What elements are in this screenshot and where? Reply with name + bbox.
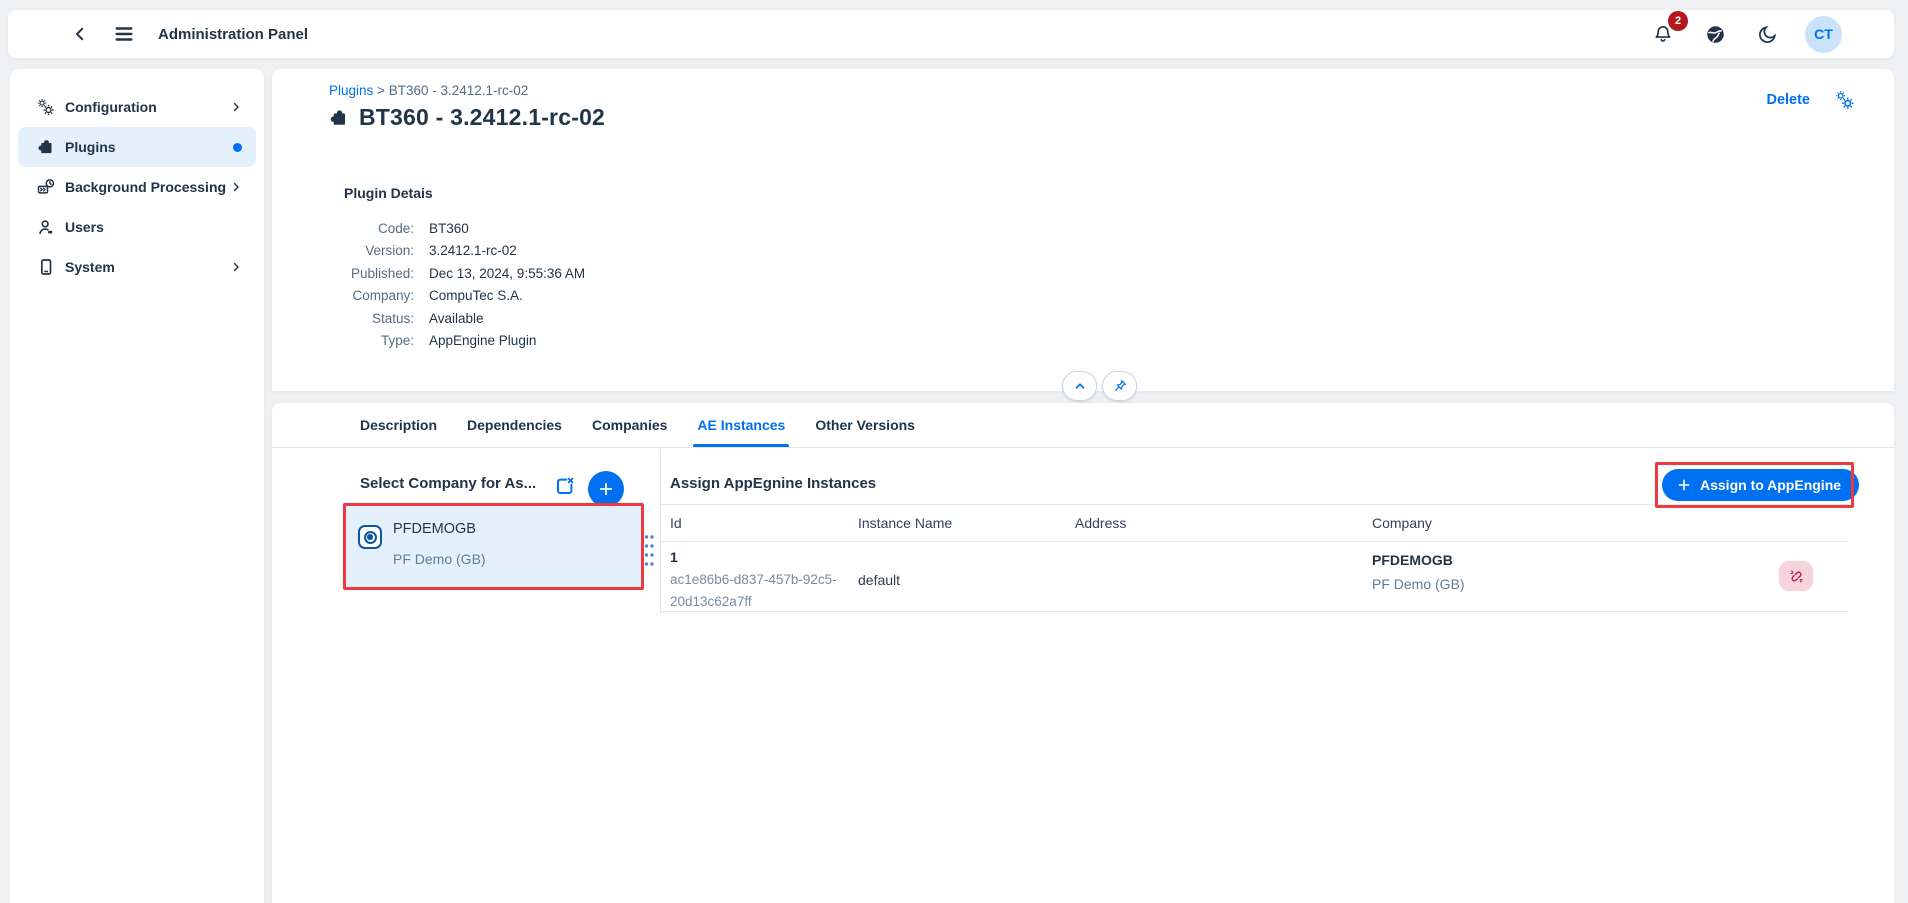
table-row-border (661, 611, 1848, 612)
pin-header-button[interactable] (1102, 371, 1137, 401)
column-header-company: Company (1372, 515, 1432, 531)
pin-icon (1112, 378, 1128, 394)
deselect-icon[interactable] (553, 474, 577, 498)
cell-uuid: ac1e86b6-d837-457b-92c5-20d13c62a7ff (670, 569, 868, 613)
active-dot-badge (233, 143, 242, 152)
administration-panel-screen: Administration Panel 2 CT (0, 0, 1908, 903)
tab-description[interactable]: Description (360, 403, 437, 447)
dark-mode-button[interactable] (1753, 20, 1781, 48)
avatar[interactable]: CT (1805, 16, 1842, 53)
sidebar-item-background-processing[interactable]: Background Processing (18, 167, 256, 207)
tab-bar: Description Dependencies Companies AE In… (272, 403, 1894, 448)
sidebar-item-label: Plugins (65, 139, 116, 155)
assign-instances-heading: Assign AppEgnine Instances (670, 475, 876, 492)
notification-badge: 2 (1668, 11, 1688, 31)
tab-dependencies[interactable]: Dependencies (467, 403, 562, 447)
background-process-icon (36, 177, 56, 197)
detail-row-type: Type: AppEngine Plugin (344, 330, 585, 352)
notifications-button[interactable]: 2 (1649, 20, 1677, 48)
menu-icon (113, 23, 135, 45)
unlink-icon (1788, 568, 1805, 585)
app-title: Administration Panel (158, 26, 308, 43)
column-header-id: Id (670, 515, 682, 531)
cell-company-code: PFDEMOGB (1372, 552, 1453, 568)
cell-company-name: PF Demo (GB) (1372, 576, 1465, 592)
gears-icon (36, 97, 56, 117)
plugin-tabs-card: Description Dependencies Companies AE In… (272, 403, 1894, 903)
collapse-header-button[interactable] (1062, 371, 1097, 401)
device-icon (36, 257, 56, 277)
cell-id: 1 (670, 549, 678, 565)
cell-instance-name: default (858, 572, 900, 588)
back-button[interactable] (66, 20, 94, 48)
chevron-right-icon (230, 261, 242, 273)
plugin-details-rows: Code: BT360 Version: 3.2412.1-rc-02 Publ… (344, 218, 585, 352)
select-company-heading: Select Company for As... (360, 475, 536, 492)
sidebar-item-label: Background Processing (65, 179, 226, 195)
collapse-chevron-up-icon (1073, 379, 1087, 393)
detail-row-published: Published: Dec 13, 2024, 9:55:36 AM (344, 263, 585, 285)
drag-handle-icon[interactable] (643, 533, 655, 569)
puzzle-icon (36, 137, 56, 157)
detail-row-status: Status: Available (344, 308, 585, 330)
detail-row-company: Company: CompuTec S.A. (344, 285, 585, 307)
settings-gears-icon[interactable] (1834, 89, 1856, 111)
assign-button-label: Assign to AppEngine (1700, 477, 1841, 493)
column-header-address: Address (1075, 515, 1126, 531)
sidebar-item-label: Configuration (65, 99, 157, 115)
sidebar-item-users[interactable]: Users (18, 207, 256, 247)
plus-icon (1676, 477, 1692, 493)
main-content: Plugins > BT360 - 3.2412.1-rc-02 BT360 -… (272, 69, 1894, 903)
page-title-row: BT360 - 3.2412.1-rc-02 (328, 104, 605, 131)
plugin-header-card: Plugins > BT360 - 3.2412.1-rc-02 BT360 -… (272, 69, 1894, 391)
plugin-details-heading: Plugin Detais (344, 185, 585, 201)
menu-button[interactable] (110, 20, 138, 48)
section-divider (661, 504, 1848, 505)
detail-row-code: Code: BT360 (344, 218, 585, 240)
column-header-instance-name: Instance Name (858, 515, 952, 531)
sidebar-item-label: Users (65, 219, 104, 235)
sidebar: Configuration Plugins Background Proces (10, 69, 264, 903)
sidebar-item-label: System (65, 259, 115, 275)
sidebar-item-configuration[interactable]: Configuration (18, 87, 256, 127)
page-actions: Delete (1766, 89, 1856, 111)
delete-button[interactable]: Delete (1766, 92, 1810, 108)
user-icon (36, 217, 56, 237)
breadcrumb: Plugins > BT360 - 3.2412.1-rc-02 (329, 83, 528, 98)
radio-selected-icon[interactable] (358, 525, 382, 549)
assign-to-appengine-button[interactable]: Assign to AppEngine (1662, 469, 1859, 501)
breadcrumb-plugins-link[interactable]: Plugins (329, 83, 373, 98)
sidebar-item-system[interactable]: System (18, 247, 256, 287)
company-code: PFDEMOGB (393, 521, 476, 537)
unassign-instance-button[interactable] (1779, 561, 1813, 591)
panel-divider (660, 449, 661, 614)
table-header-border (661, 541, 1848, 542)
moon-icon (1757, 24, 1778, 45)
detail-row-version: Version: 3.2412.1-rc-02 (344, 240, 585, 262)
company-list-item-pfdemogb[interactable]: PFDEMOGB PF Demo (GB) (346, 506, 641, 587)
topbar: Administration Panel 2 CT (8, 10, 1894, 58)
topbar-actions: 2 CT (1649, 16, 1894, 53)
sidebar-item-plugins[interactable]: Plugins (18, 127, 256, 167)
page-title: BT360 - 3.2412.1-rc-02 (359, 104, 605, 131)
add-company-button[interactable] (588, 471, 624, 507)
company-name: PF Demo (GB) (393, 551, 486, 567)
globe-icon (1704, 23, 1727, 46)
header-toggle-pills (1062, 371, 1137, 401)
plugin-details: Plugin Detais Code: BT360 Version: 3.241… (344, 185, 585, 352)
tab-other-versions[interactable]: Other Versions (815, 403, 915, 447)
tab-ae-instances[interactable]: AE Instances (697, 403, 785, 447)
back-chevron-icon (71, 25, 89, 43)
breadcrumb-separator: > (377, 83, 385, 98)
plus-icon (597, 480, 615, 498)
language-button[interactable] (1701, 20, 1729, 48)
tab-companies[interactable]: Companies (592, 403, 667, 447)
puzzle-icon (328, 107, 350, 129)
chevron-right-icon (230, 181, 242, 193)
chevron-right-icon (230, 101, 242, 113)
breadcrumb-current: BT360 - 3.2412.1-rc-02 (389, 83, 529, 98)
